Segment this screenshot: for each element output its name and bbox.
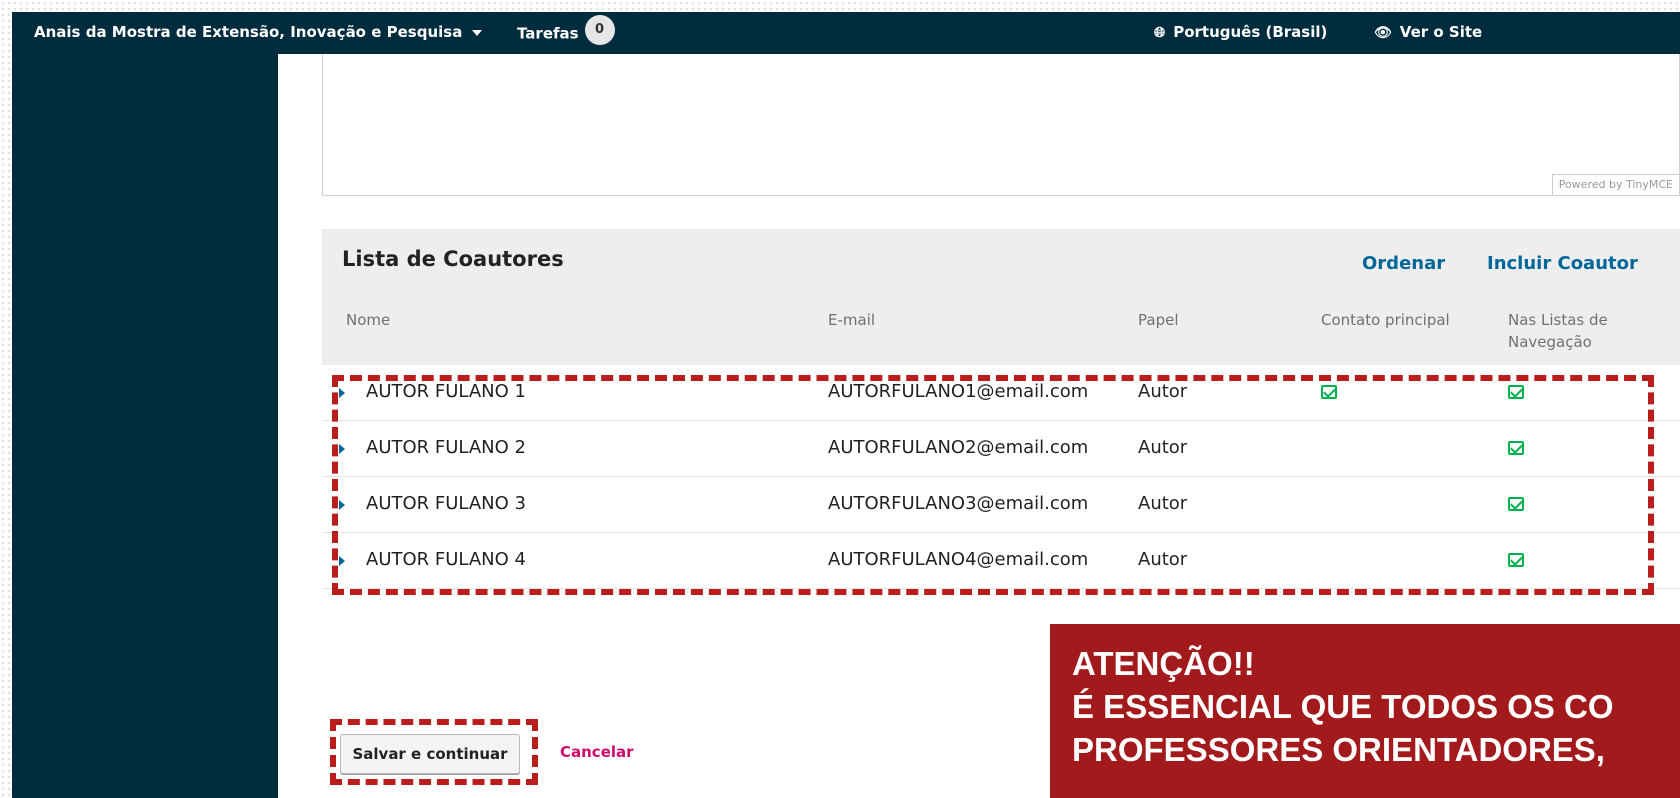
cancel-link[interactable]: Cancelar	[560, 743, 634, 761]
warning-line-2: É ESSENCIAL QUE TODOS OS CO	[1072, 688, 1614, 725]
language-menu[interactable]: 🌐︎ Português (Brasil)	[1154, 23, 1327, 41]
author-role: Autor	[1138, 437, 1188, 458]
browse-lists-check-icon	[1508, 385, 1524, 399]
site-switcher[interactable]: Anais da Mostra de Extensão, Inovação e …	[34, 23, 483, 41]
column-header-browse-lists: Nas Listas de Navegação	[1508, 309, 1608, 353]
table-row: AUTOR FULANO 2 AUTORFULANO2@email.com Au…	[322, 421, 1680, 477]
expand-row-icon[interactable]	[339, 388, 345, 398]
author-email: AUTORFULANO2@email.com	[828, 437, 1089, 458]
author-email: AUTORFULANO3@email.com	[828, 493, 1089, 514]
caret-down-icon	[472, 29, 483, 36]
primary-contact-check-icon	[1321, 385, 1337, 399]
tasks-menu[interactable]: Tarefas 0	[517, 15, 615, 45]
warning-line-3: PROFESSORES ORIENTADORES,	[1072, 731, 1605, 768]
save-continue-button[interactable]: Salvar e continuar	[340, 734, 520, 774]
author-email: AUTORFULANO1@email.com	[828, 381, 1089, 402]
rich-text-editor[interactable]: Powered by TinyMCE	[322, 54, 1680, 196]
column-header-browse-lists-line1: Nas Listas de	[1508, 311, 1608, 329]
app-window: Anais da Mostra de Extensão, Inovação e …	[12, 12, 1680, 798]
browse-lists-check-icon	[1508, 497, 1524, 511]
view-site-link[interactable]: 👁︎ Ver o Site	[1374, 23, 1482, 41]
author-role: Autor	[1138, 549, 1188, 570]
sidebar	[12, 54, 278, 798]
table-row: AUTOR FULANO 1 AUTORFULANO1@email.com Au…	[322, 365, 1680, 421]
tasks-count-badge: 0	[584, 15, 615, 45]
warning-banner: ATENÇÃO!! É ESSENCIAL QUE TODOS OS CO PR…	[1050, 624, 1680, 798]
author-name: AUTOR FULANO 1	[366, 381, 526, 402]
top-navbar: Anais da Mostra de Extensão, Inovação e …	[12, 12, 1680, 54]
add-coauthor-link[interactable]: Incluir Coautor	[1487, 253, 1638, 274]
coauthors-title: Lista de Coautores	[342, 247, 564, 271]
table-row: AUTOR FULANO 3 AUTORFULANO3@email.com Au…	[322, 477, 1680, 533]
site-title: Anais da Mostra de Extensão, Inovação e …	[34, 23, 463, 41]
column-header-email: E-mail	[828, 311, 876, 329]
warning-line-1: ATENÇÃO!!	[1072, 645, 1255, 682]
column-header-role: Papel	[1138, 311, 1179, 329]
expand-row-icon[interactable]	[339, 500, 345, 510]
author-name: AUTOR FULANO 4	[366, 549, 526, 570]
column-header-primary-contact: Contato principal	[1321, 311, 1450, 329]
tasks-label: Tarefas	[517, 24, 579, 43]
globe-icon: 🌐︎	[1154, 25, 1166, 41]
coauthors-panel-header: Lista de Coautores Ordenar Incluir Coaut…	[322, 229, 1680, 365]
editor-powered-by[interactable]: Powered by TinyMCE	[1551, 174, 1679, 195]
view-site-label: Ver o Site	[1399, 23, 1483, 41]
language-label: Português (Brasil)	[1173, 23, 1328, 41]
browse-lists-check-icon	[1508, 441, 1524, 455]
column-header-name: Nome	[346, 311, 391, 329]
author-name: AUTOR FULANO 3	[366, 493, 526, 514]
table-row: AUTOR FULANO 4 AUTORFULANO4@email.com Au…	[322, 533, 1680, 589]
eye-icon: 👁︎	[1374, 25, 1392, 41]
order-link[interactable]: Ordenar	[1362, 253, 1445, 274]
author-name: AUTOR FULANO 2	[366, 437, 526, 458]
author-role: Autor	[1138, 381, 1188, 402]
expand-row-icon[interactable]	[339, 556, 345, 566]
coauthors-table: AUTOR FULANO 1 AUTORFULANO1@email.com Au…	[322, 365, 1680, 589]
author-role: Autor	[1138, 493, 1188, 514]
expand-row-icon[interactable]	[339, 444, 345, 454]
browse-lists-check-icon	[1508, 553, 1524, 567]
author-email: AUTORFULANO4@email.com	[828, 549, 1089, 570]
column-header-browse-lists-line2: Navegação	[1508, 333, 1592, 351]
